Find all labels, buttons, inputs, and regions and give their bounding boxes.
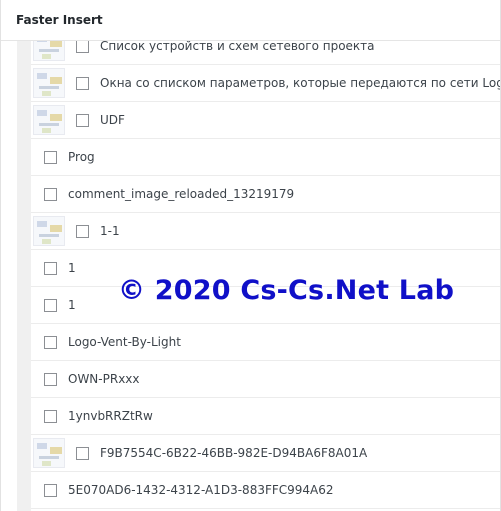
media-thumbnail[interactable] xyxy=(33,216,65,246)
item-label: F9B7554C-6B22-46BB-982E-D94BA6F8A01A xyxy=(100,446,368,460)
item-checkbox[interactable] xyxy=(76,113,89,127)
list-item[interactable]: Окна со списком параметров, которые пере… xyxy=(31,65,500,102)
list-item[interactable]: UDF xyxy=(31,102,500,139)
item-checkbox[interactable] xyxy=(44,187,57,201)
copyright-watermark: © 2020 Cs-Cs.Net Lab xyxy=(118,275,455,306)
item-label: 1-1 xyxy=(100,224,120,238)
item-label: 1ynvbRRZtRw xyxy=(68,409,153,423)
item-checkbox[interactable] xyxy=(76,41,89,53)
item-label: Список устройств и схем сетевого проекта xyxy=(100,41,375,53)
item-label: UDF xyxy=(100,113,125,127)
item-checkbox[interactable] xyxy=(44,483,57,497)
panel-title: Faster Insert xyxy=(1,0,500,41)
item-checkbox[interactable] xyxy=(44,409,57,423)
item-checkbox[interactable] xyxy=(44,335,57,349)
item-checkbox[interactable] xyxy=(44,261,57,275)
list-item[interactable]: Prog xyxy=(31,139,500,176)
item-label: Logo-Vent-By-Light xyxy=(68,335,181,349)
list-item[interactable]: F9B7554C-6B22-46BB-982E-D94BA6F8A01A xyxy=(31,435,500,472)
item-checkbox[interactable] xyxy=(44,372,57,386)
list-item[interactable]: Список устройств и схем сетевого проекта xyxy=(31,41,500,65)
faster-insert-panel: Faster Insert Список устройств и схем се… xyxy=(0,0,501,511)
item-label: Окна со списком параметров, которые пере… xyxy=(100,76,500,90)
left-rail xyxy=(17,41,31,511)
item-label: 1 xyxy=(68,298,76,312)
item-checkbox[interactable] xyxy=(76,446,89,460)
list-item[interactable]: Logo-Vent-By-Light xyxy=(31,324,500,361)
list-item[interactable]: comment_image_reloaded_13219179 xyxy=(31,176,500,213)
item-checkbox[interactable] xyxy=(76,224,89,238)
list-item[interactable]: OWN-PRxxx xyxy=(31,361,500,398)
list-item[interactable]: 1ynvbRRZtRw xyxy=(31,398,500,435)
item-label: comment_image_reloaded_13219179 xyxy=(68,187,295,201)
media-thumbnail[interactable] xyxy=(33,438,65,468)
list-item[interactable]: 5E070AD6-1432-4312-A1D3-883FFC994A62 xyxy=(31,472,500,509)
list-item[interactable]: 1-1 xyxy=(31,213,500,250)
item-label: 5E070AD6-1432-4312-A1D3-883FFC994A62 xyxy=(68,483,334,497)
item-label: 1 xyxy=(68,261,76,275)
media-thumbnail[interactable] xyxy=(33,41,65,61)
media-thumbnail[interactable] xyxy=(33,105,65,135)
item-label: OWN-PRxxx xyxy=(68,372,140,386)
item-checkbox[interactable] xyxy=(44,298,57,312)
item-label: Prog xyxy=(68,150,95,164)
media-thumbnail[interactable] xyxy=(33,68,65,98)
item-checkbox[interactable] xyxy=(44,150,57,164)
item-checkbox[interactable] xyxy=(76,76,89,90)
